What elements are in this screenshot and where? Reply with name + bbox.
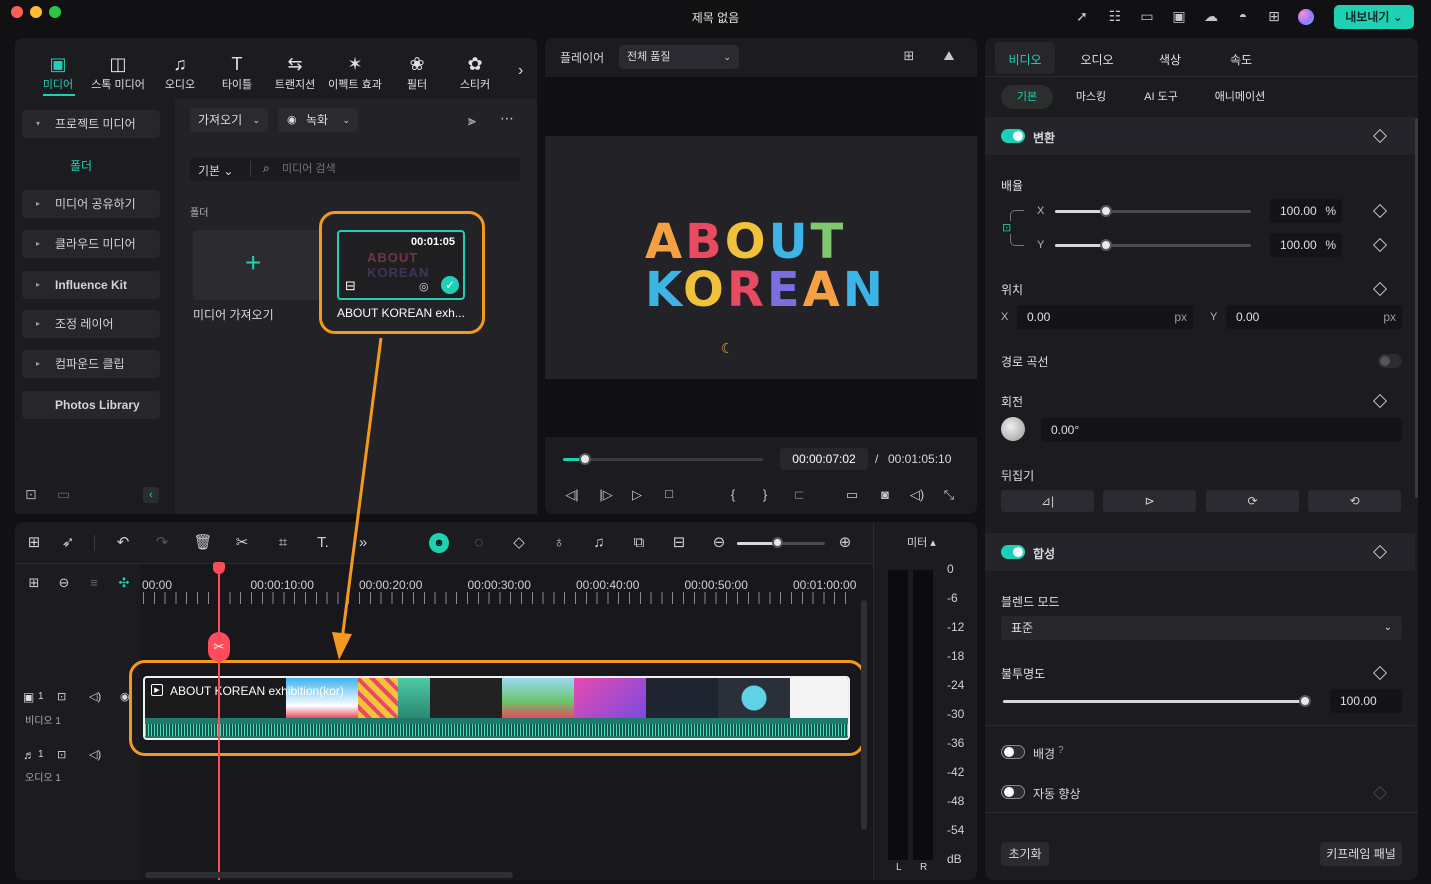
guide-arrow [332,337,383,660]
